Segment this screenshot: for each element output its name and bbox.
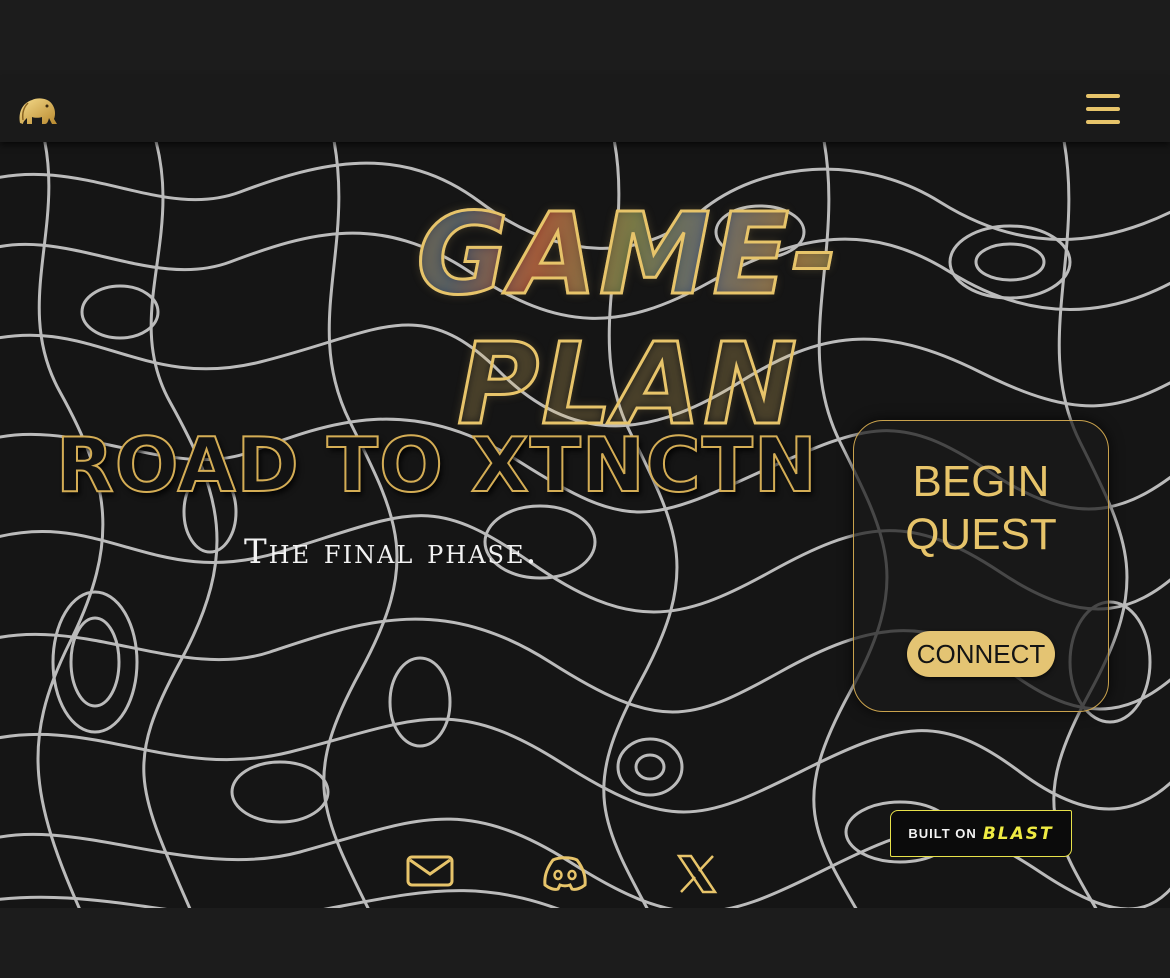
built-on-label: BUILT ON: [908, 826, 977, 841]
bottom-band: [0, 908, 1170, 978]
top-band: [0, 0, 1170, 76]
blast-brand-label: BLAST: [982, 823, 1054, 844]
quest-title-line: BEGIN: [912, 457, 1050, 506]
hero-section: GAME-PLAN ROAD TO XTNCTN The final phase…: [0, 142, 1170, 908]
navbar: [0, 76, 1170, 142]
menu-line: [1086, 94, 1120, 98]
menu-line: [1086, 107, 1120, 111]
hamburger-menu-icon[interactable]: [1086, 94, 1120, 124]
quest-title-line: QUEST: [905, 510, 1057, 559]
x-twitter-icon[interactable]: [676, 854, 718, 894]
connect-button[interactable]: CONNECT: [907, 631, 1055, 677]
built-on-blast-badge[interactable]: BUILT ON BLAST: [890, 810, 1072, 857]
menu-line: [1086, 120, 1120, 124]
road-to-xtnctn-heading: ROAD TO XTNCTN: [55, 420, 818, 510]
mail-icon[interactable]: [406, 854, 454, 894]
discord-icon[interactable]: [541, 854, 589, 894]
final-phase-subtitle: The final phase.: [244, 532, 539, 572]
elephant-logo-icon[interactable]: [14, 93, 60, 127]
begin-quest-card: BEGIN QUEST CONNECT: [853, 420, 1109, 712]
game-plan-title: GAME-PLAN: [258, 189, 998, 452]
begin-quest-title: BEGIN QUEST: [854, 455, 1108, 561]
